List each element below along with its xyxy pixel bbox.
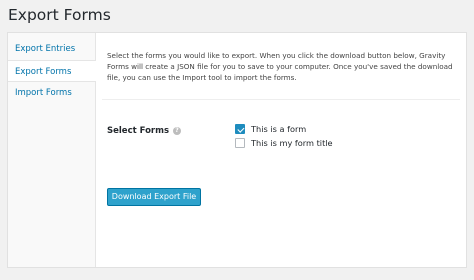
page-title: Export Forms (8, 6, 111, 24)
form-checkbox-unchecked[interactable] (235, 138, 245, 148)
sidebar-item-export-entries[interactable]: Export Entries (8, 38, 95, 60)
sidebar-item-import-forms[interactable]: Import Forms (8, 82, 95, 104)
main-content: Select the forms you would like to expor… (96, 33, 466, 267)
divider (102, 99, 460, 100)
help-icon[interactable]: ? (173, 127, 182, 135)
select-forms-label: Select Forms ? (107, 126, 182, 136)
form-option-label: This is my form title (251, 138, 333, 148)
form-option-this-is-a-form[interactable]: This is a form (235, 123, 306, 135)
form-checkbox-checked[interactable] (235, 124, 245, 134)
export-description: Select the forms you would like to expor… (107, 51, 453, 82)
form-option-label: This is a form (251, 124, 307, 134)
download-export-file-button[interactable]: Download Export File (107, 188, 201, 206)
form-option-this-is-my-form-title[interactable]: This is my form title (235, 137, 333, 149)
export-forms-panel: Export Entries Export Forms Import Forms… (7, 32, 467, 268)
sidebar-nav: Export Entries Export Forms Import Forms (8, 33, 96, 267)
sidebar-item-export-forms[interactable]: Export Forms (8, 60, 96, 82)
select-forms-label-text: Select Forms (107, 126, 170, 136)
